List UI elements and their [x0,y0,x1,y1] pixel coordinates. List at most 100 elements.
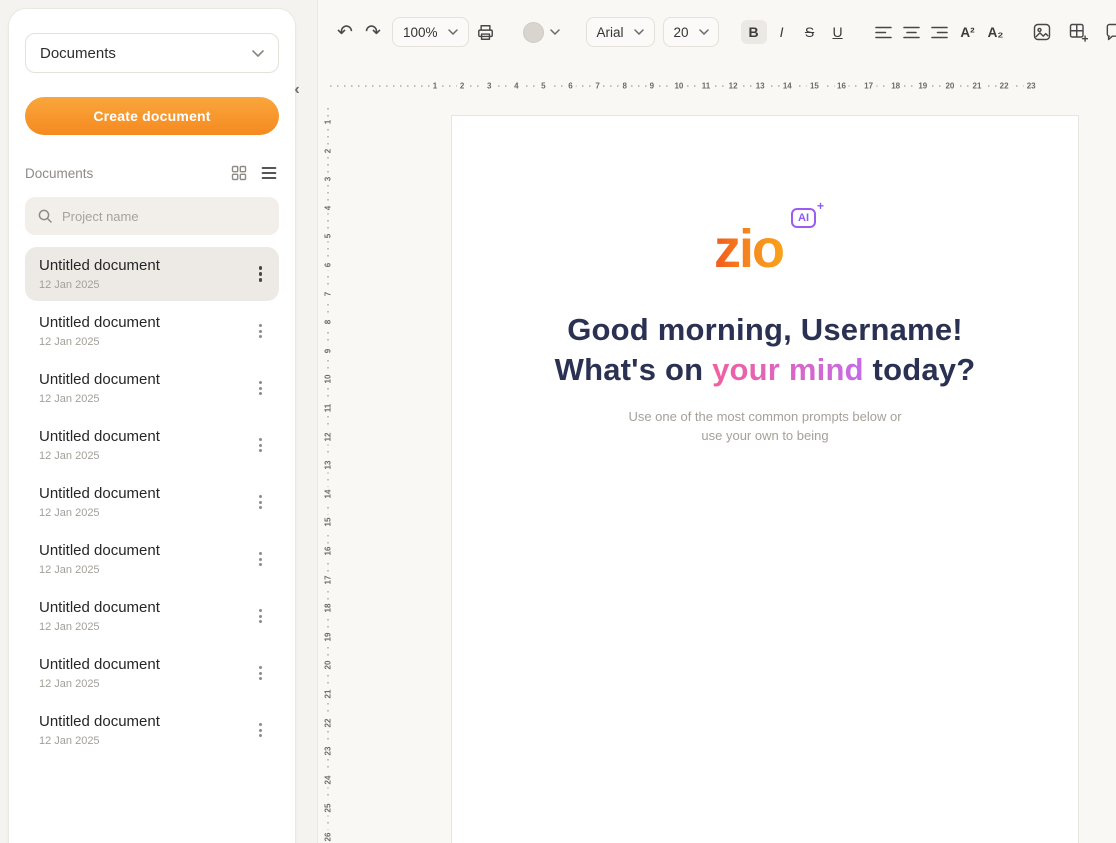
zoom-select[interactable]: 100% [392,17,469,47]
ruler-number: 20 [324,658,333,673]
text-color-picker[interactable] [523,22,560,43]
ruler-number: 17 [861,82,876,91]
print-button[interactable] [473,19,499,45]
ruler-number: 10 [671,82,686,91]
collapse-sidebar-button[interactable]: ‹ [289,79,305,101]
document-list-item[interactable]: Untitled document 12 Jan 2025 [25,304,279,358]
ruler-number: 3 [324,174,333,184]
kebab-menu-icon[interactable] [250,604,271,628]
ruler-number: 7 [324,288,333,298]
italic-button[interactable]: I [769,20,795,44]
kebab-menu-icon[interactable] [250,661,271,685]
ruler-number: 18 [324,601,333,616]
ruler-number: 11 [699,82,713,91]
strikethrough-button[interactable]: S [797,20,823,44]
ruler-number: 2 [324,145,333,155]
document-page[interactable]: zio AI + Good morning, Username! What's … [451,115,1079,843]
kebab-menu-icon[interactable] [250,261,272,287]
ruler-number: 25 [324,801,333,816]
insert-image-button[interactable] [1029,19,1055,45]
ruler-number: 17 [324,572,333,587]
ruler-number: 14 [780,82,795,91]
greeting-line2-highlight: your mind [712,352,864,387]
grid-view-button[interactable] [229,163,249,183]
ruler-number: 19 [324,629,333,644]
workspace-selector-label: Documents [40,45,116,62]
document-date: 12 Jan 2025 [39,678,160,690]
ruler-number: 13 [324,458,333,473]
ai-badge: AI + [791,208,816,228]
undo-button[interactable]: ↶ [332,19,358,45]
create-document-button[interactable]: Create document [25,97,279,135]
document-list-item[interactable]: Untitled document 12 Jan 2025 [25,646,279,700]
document-list-item[interactable]: Untitled document 12 Jan 2025 [25,361,279,415]
workspace-selector[interactable]: Documents [25,33,279,73]
document-list-item[interactable]: Untitled document 12 Jan 2025 [25,589,279,643]
document-meta: Untitled document 12 Jan 2025 [39,485,160,519]
ruler-number: 6 [324,260,333,270]
subtitle-line2: use your own to being [452,426,1078,446]
document-list-item[interactable]: Untitled document 12 Jan 2025 [25,247,279,301]
document-date: 12 Jan 2025 [39,450,160,462]
document-list: Untitled document 12 Jan 2025 Untitled d… [25,247,279,757]
kebab-menu-icon[interactable] [250,547,271,571]
insert-table-button[interactable] [1065,19,1091,45]
ruler-number: 16 [834,82,849,91]
text-color-swatch [523,22,544,43]
ruler-number: 15 [324,515,333,530]
ruler-number: 3 [484,82,494,91]
font-size-select[interactable]: 20 [663,17,719,47]
kebab-menu-icon[interactable] [250,319,271,343]
zoom-value: 100% [403,25,438,40]
align-center-button[interactable] [899,19,925,45]
greeting-heading: Good morning, Username! What's on your m… [452,310,1078,391]
ruler-number: 2 [457,82,467,91]
document-list-item[interactable]: Untitled document 12 Jan 2025 [25,703,279,757]
document-meta: Untitled document 12 Jan 2025 [39,257,160,291]
search-icon [37,208,53,224]
subtitle-line1: Use one of the most common prompts below… [452,407,1078,427]
list-view-button[interactable] [259,163,279,183]
document-title: Untitled document [39,257,160,274]
kebab-menu-icon[interactable] [250,718,271,742]
underline-button[interactable]: U [825,20,851,44]
comment-icon[interactable] [1101,19,1116,45]
zio-logo: zio [714,222,783,276]
document-date: 12 Jan 2025 [39,336,160,348]
ruler-number: 22 [997,82,1012,91]
ruler-number: 22 [324,715,333,730]
document-list-header-label: Documents [25,166,93,181]
superscript-button[interactable]: A² [955,19,981,45]
document-list-item[interactable]: Untitled document 12 Jan 2025 [25,532,279,586]
ruler-number: 12 [324,429,333,444]
editor-toolbar: ↶ ↷ 100% Aria [318,0,1116,64]
align-right-button[interactable] [927,19,953,45]
bold-button[interactable]: B [741,20,767,44]
subscript-button[interactable]: A₂ [983,19,1009,45]
document-title: Untitled document [39,314,160,331]
document-meta: Untitled document 12 Jan 2025 [39,713,160,747]
search-input[interactable] [62,209,267,224]
redo-button[interactable]: ↷ [360,19,386,45]
document-title: Untitled document [39,713,160,730]
align-left-button[interactable] [871,19,897,45]
ruler-number: 21 [970,82,985,91]
chevron-down-icon [634,29,644,35]
ruler-number: 12 [726,82,741,91]
app-window: Documents Create document Documents [0,0,1116,843]
ruler-number: 10 [324,372,333,387]
document-list-item[interactable]: Untitled document 12 Jan 2025 [25,418,279,472]
ruler-number: 1 [324,117,333,127]
kebab-menu-icon[interactable] [250,376,271,400]
kebab-menu-icon[interactable] [250,433,271,457]
document-title: Untitled document [39,599,160,616]
font-family-select[interactable]: Arial [586,17,655,47]
ruler-vertical: 1234567891011121314151617181920212223242… [322,108,334,843]
kebab-menu-icon[interactable] [250,490,271,514]
document-title: Untitled document [39,656,160,673]
greeting-line1: Good morning, Username! [452,310,1078,350]
ruler-number: 4 [324,203,333,213]
ruler-number: 8 [619,82,629,91]
greeting-line2-suffix: today? [864,352,976,387]
document-list-item[interactable]: Untitled document 12 Jan 2025 [25,475,279,529]
